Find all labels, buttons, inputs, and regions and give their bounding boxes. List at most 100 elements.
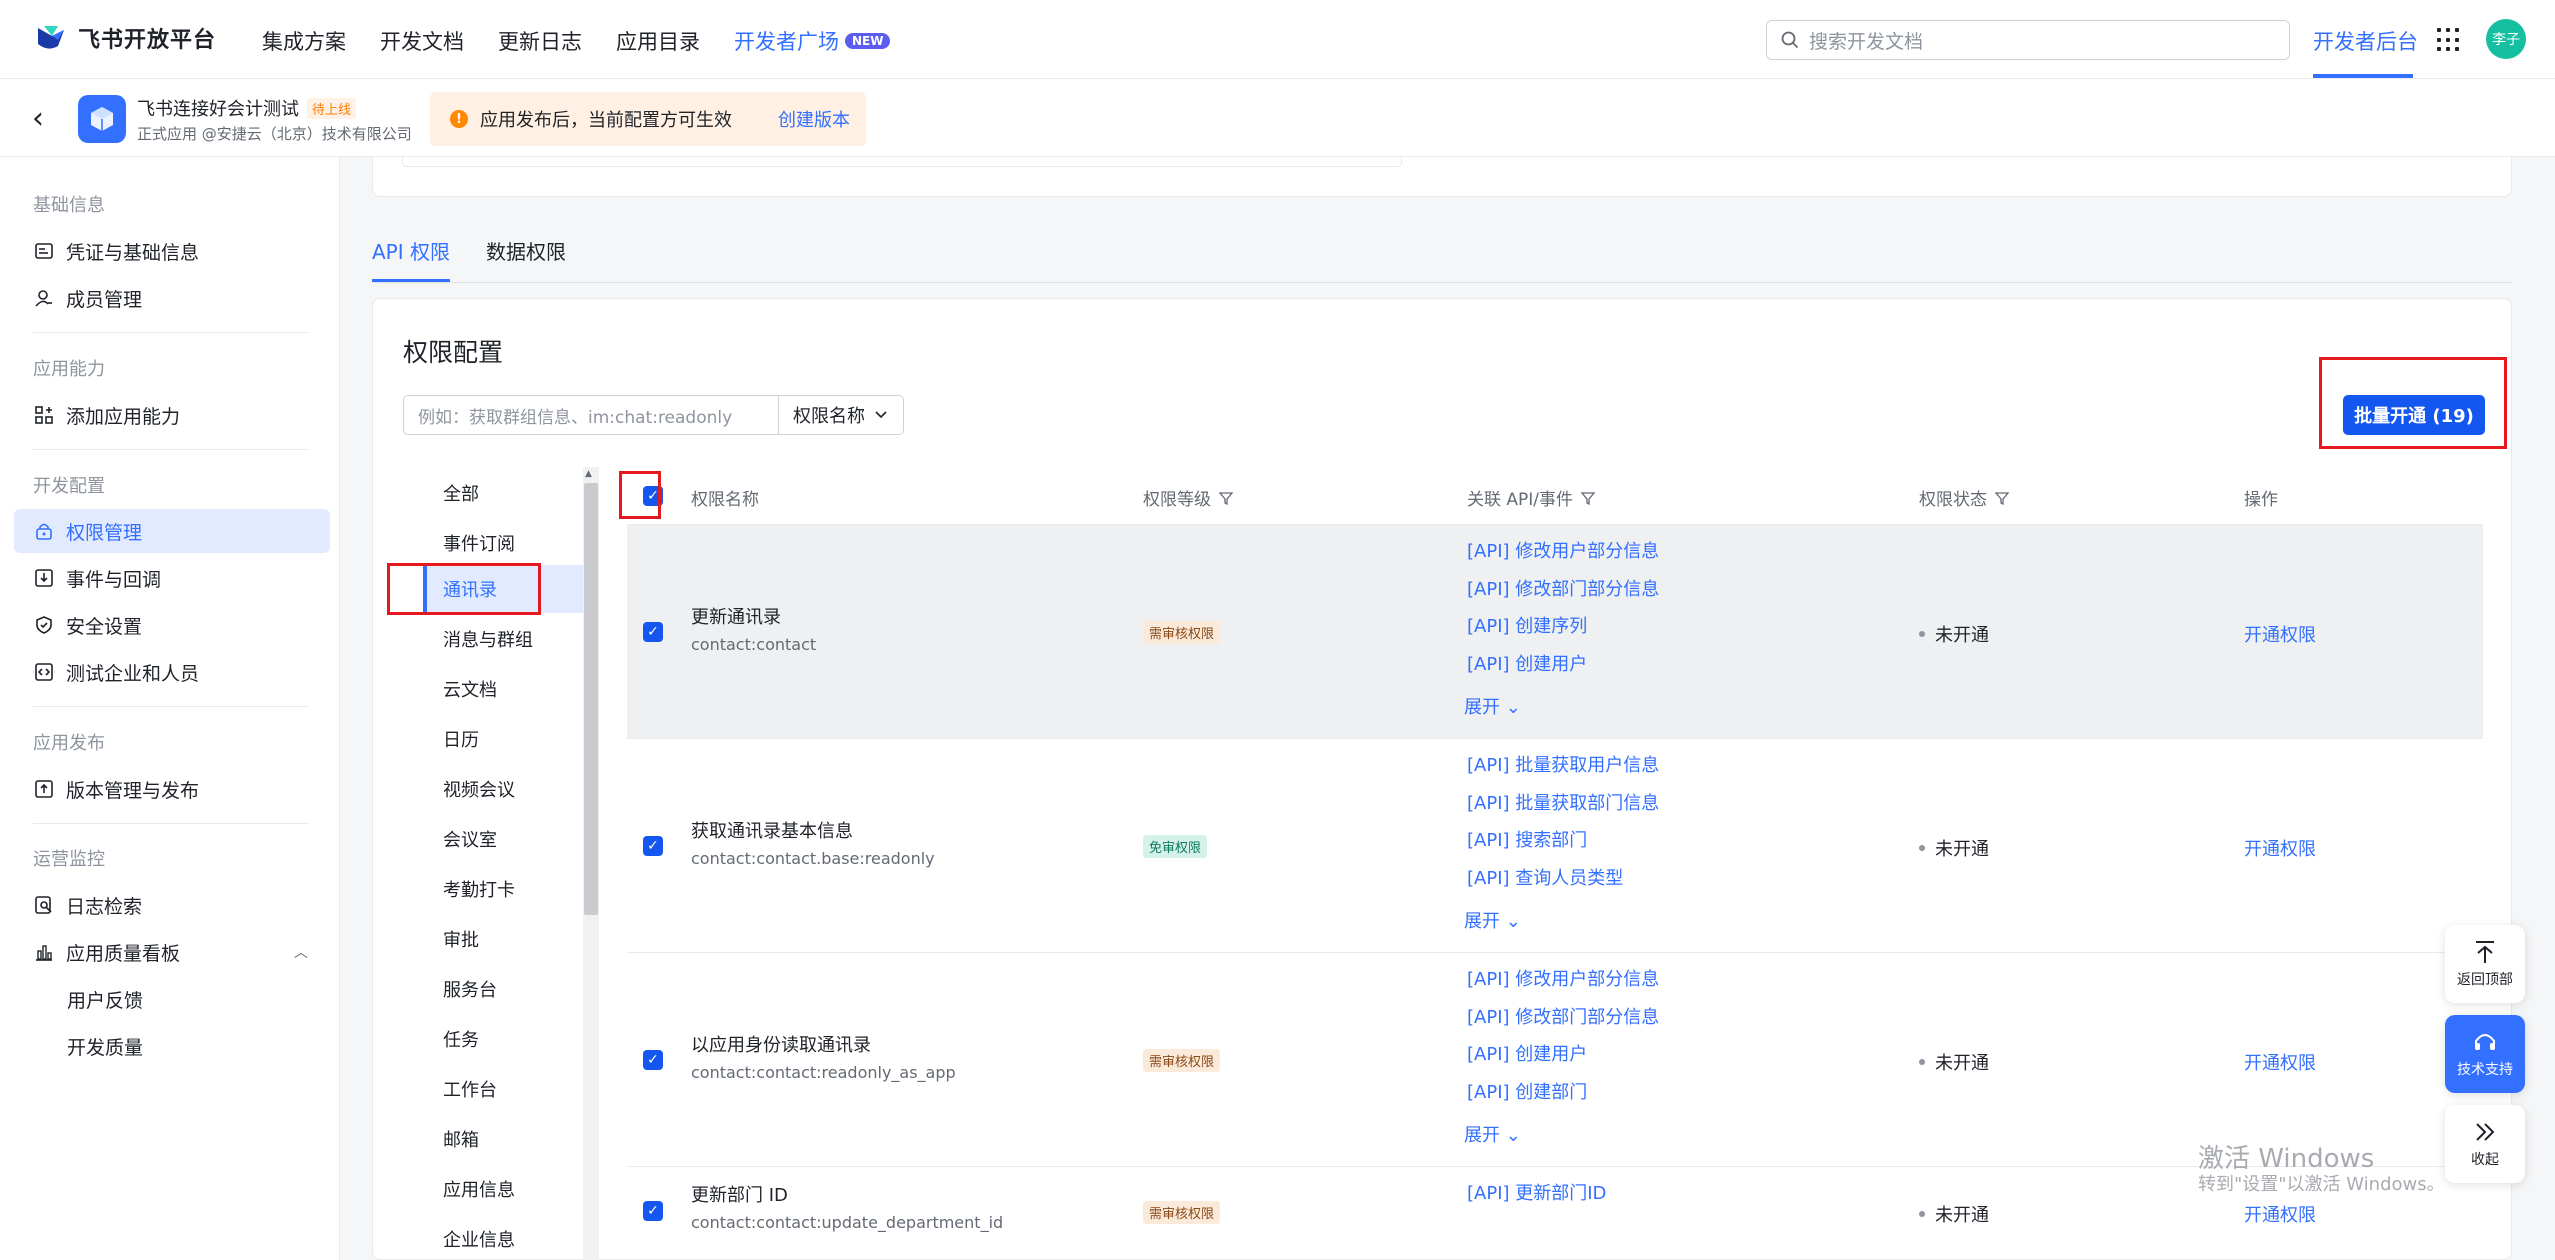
category-meeting-room[interactable]: 会议室 (423, 815, 588, 863)
tab-data-permissions[interactable]: 数据权限 (486, 236, 566, 282)
api-link[interactable]: [API] 修改部门部分信息 (1467, 999, 1659, 1037)
sidebar-item-add-capability[interactable]: 添加应用能力 (14, 393, 330, 437)
sidebar-divider (33, 823, 309, 824)
avatar[interactable]: 李子 (2486, 19, 2526, 59)
sidebar-item-versions[interactable]: 版本管理与发布 (14, 767, 330, 811)
category-company-info[interactable]: 企业信息 (423, 1215, 588, 1260)
nav-link-app-directory[interactable]: 应用目录 (616, 26, 700, 56)
sidebar: 基础信息 凭证与基础信息 成员管理 应用能力 添加应用能力 开发配置 权限管理 … (0, 157, 340, 1260)
status-dot (1919, 631, 1925, 637)
api-link[interactable]: [API] 创建部门 (1467, 1074, 1659, 1112)
category-tasks[interactable]: 任务 (423, 1015, 588, 1063)
category-messaging[interactable]: 消息与群组 (423, 615, 588, 663)
category-workplace[interactable]: 工作台 (423, 1065, 588, 1113)
permission-name: 更新部门 ID (691, 1185, 788, 1206)
permission-search-input[interactable]: 例如：获取群组信息、im:chat:readonly (403, 395, 779, 435)
sidebar-item-label: 测试企业和人员 (66, 662, 200, 685)
expand-toggle[interactable]: 展开 ⌄ (1464, 693, 1521, 719)
sidebar-item-test-tenants[interactable]: 测试企业和人员 (14, 650, 330, 694)
row-checkbox[interactable]: ✓ (643, 1201, 663, 1221)
filter-icon[interactable] (1581, 491, 1596, 505)
category-events[interactable]: 事件订阅 (423, 519, 588, 567)
app-header: ‹ 飞书连接好会计测试 待上线 正式应用 @安捷云（北京）技术有限公司 ! 应用… (0, 79, 2555, 157)
category-calendar[interactable]: 日历 (423, 715, 588, 763)
arrow-up-icon (2476, 941, 2494, 963)
developer-console-link[interactable]: 开发者后台 (2313, 26, 2418, 56)
row-checkbox[interactable]: ✓ (643, 836, 663, 856)
permission-level-badge: 需审核权限 (1143, 1201, 1221, 1224)
category-all[interactable]: 全部 (423, 469, 588, 517)
sidebar-item-credentials[interactable]: 凭证与基础信息 (14, 229, 330, 273)
enable-permission-link[interactable]: 开通权限 (2244, 621, 2316, 647)
category-helpdesk[interactable]: 服务台 (423, 965, 588, 1013)
search-input[interactable]: 搜索开发文档 (1766, 20, 2290, 60)
highlight-box-category (387, 563, 541, 615)
nav-link-docs[interactable]: 开发文档 (380, 26, 464, 56)
nav-link-developer-square[interactable]: 开发者广场 NEW (734, 26, 891, 56)
api-link[interactable]: [API] 创建序列 (1467, 608, 1659, 646)
sidebar-item-label: 版本管理与发布 (66, 779, 200, 802)
create-version-link[interactable]: 创建版本 (778, 106, 850, 132)
column-header-action: 操作 (2244, 485, 2278, 510)
tech-support-label: 技术支持 (2457, 1062, 2513, 1078)
back-to-top-button[interactable]: 返回顶部 (2445, 925, 2525, 1003)
enable-permission-link[interactable]: 开通权限 (2244, 1201, 2316, 1227)
column-header-action-label: 操作 (2244, 490, 2278, 510)
category-mail[interactable]: 邮箱 (423, 1115, 588, 1163)
sidebar-item-user-feedback[interactable]: 用户反馈 (14, 977, 330, 1021)
row-checkbox[interactable]: ✓ (643, 1050, 663, 1070)
api-link[interactable]: [API] 修改用户部分信息 (1467, 533, 1659, 571)
nav-link-changelog[interactable]: 更新日志 (498, 26, 582, 56)
page-title: 权限配置 (403, 338, 504, 367)
sidebar-item-dev-quality[interactable]: 开发质量 (14, 1024, 330, 1068)
filter-icon[interactable] (1219, 491, 1233, 505)
permission-status: 未开通 (1919, 835, 1989, 861)
permission-tabs: API 权限 数据权限 (372, 236, 566, 282)
category-approval[interactable]: 审批 (423, 915, 588, 963)
sidebar-item-label: 添加应用能力 (66, 405, 181, 428)
apps-grid-icon[interactable] (2437, 28, 2461, 52)
back-arrow-icon[interactable]: ‹ (32, 101, 44, 136)
enable-permission-link[interactable]: 开通权限 (2244, 835, 2316, 861)
nav-link-solutions[interactable]: 集成方案 (262, 26, 346, 56)
expand-toggle[interactable]: 展开 ⌄ (1464, 1121, 1521, 1147)
sidebar-item-events[interactable]: 事件与回调 (14, 556, 330, 600)
filter-field-select[interactable]: 权限名称 (778, 395, 904, 435)
filter-icon[interactable] (1995, 491, 2009, 505)
api-link[interactable]: [API] 创建用户 (1467, 1036, 1659, 1074)
category-video-meeting[interactable]: 视频会议 (423, 765, 588, 813)
collapse-button[interactable]: 收起 (2445, 1105, 2525, 1183)
tab-api-permissions[interactable]: API 权限 (372, 236, 450, 282)
api-link[interactable]: [API] 修改部门部分信息 (1467, 571, 1659, 609)
sidebar-item-security[interactable]: 安全设置 (14, 603, 330, 647)
api-link[interactable]: [API] 搜索部门 (1467, 822, 1659, 860)
column-header-level-label: 权限等级 (1143, 490, 1211, 510)
row-checkbox[interactable]: ✓ (643, 622, 663, 642)
chevron-up-icon[interactable]: ︿ (294, 942, 308, 962)
enable-permission-link[interactable]: 开通权限 (2244, 1049, 2316, 1075)
status-dot (1919, 1059, 1925, 1065)
sidebar-item-permissions[interactable]: 权限管理 (14, 509, 330, 553)
permission-name: 更新通讯录 (691, 607, 781, 628)
permission-level-badge: 免审权限 (1143, 835, 1208, 858)
category-attendance[interactable]: 考勤打卡 (423, 865, 588, 913)
category-docs[interactable]: 云文档 (423, 665, 588, 713)
category-app-info[interactable]: 应用信息 (423, 1165, 588, 1213)
tech-support-button[interactable]: 技术支持 (2445, 1015, 2525, 1093)
sidebar-group-dev-config: 开发配置 (33, 476, 105, 497)
feishu-logo[interactable]: 飞书开放平台 (34, 22, 216, 54)
expand-toggle[interactable]: 展开 ⌄ (1464, 907, 1521, 933)
headset-icon (2475, 1034, 2495, 1050)
sidebar-item-members[interactable]: 成员管理 (14, 276, 330, 320)
scroll-up-arrow-icon[interactable]: ▲ (585, 469, 592, 479)
api-link[interactable]: [API] 创建用户 (1467, 646, 1659, 684)
api-link[interactable]: [API] 修改用户部分信息 (1467, 961, 1659, 999)
sidebar-item-log-search[interactable]: 日志检索 (14, 883, 330, 927)
api-link[interactable]: [API] 查询人员类型 (1467, 860, 1659, 898)
api-link[interactable]: [API] 批量获取用户信息 (1467, 747, 1659, 785)
api-link[interactable]: [API] 更新部门ID (1467, 1175, 1606, 1213)
category-scrollbar-thumb[interactable] (584, 483, 598, 915)
api-link[interactable]: [API] 批量获取部门信息 (1467, 785, 1659, 823)
sidebar-item-quality-dashboard[interactable]: 应用质量看板 ︿ (14, 930, 330, 974)
double-chevron-right-icon (2476, 1123, 2495, 1141)
